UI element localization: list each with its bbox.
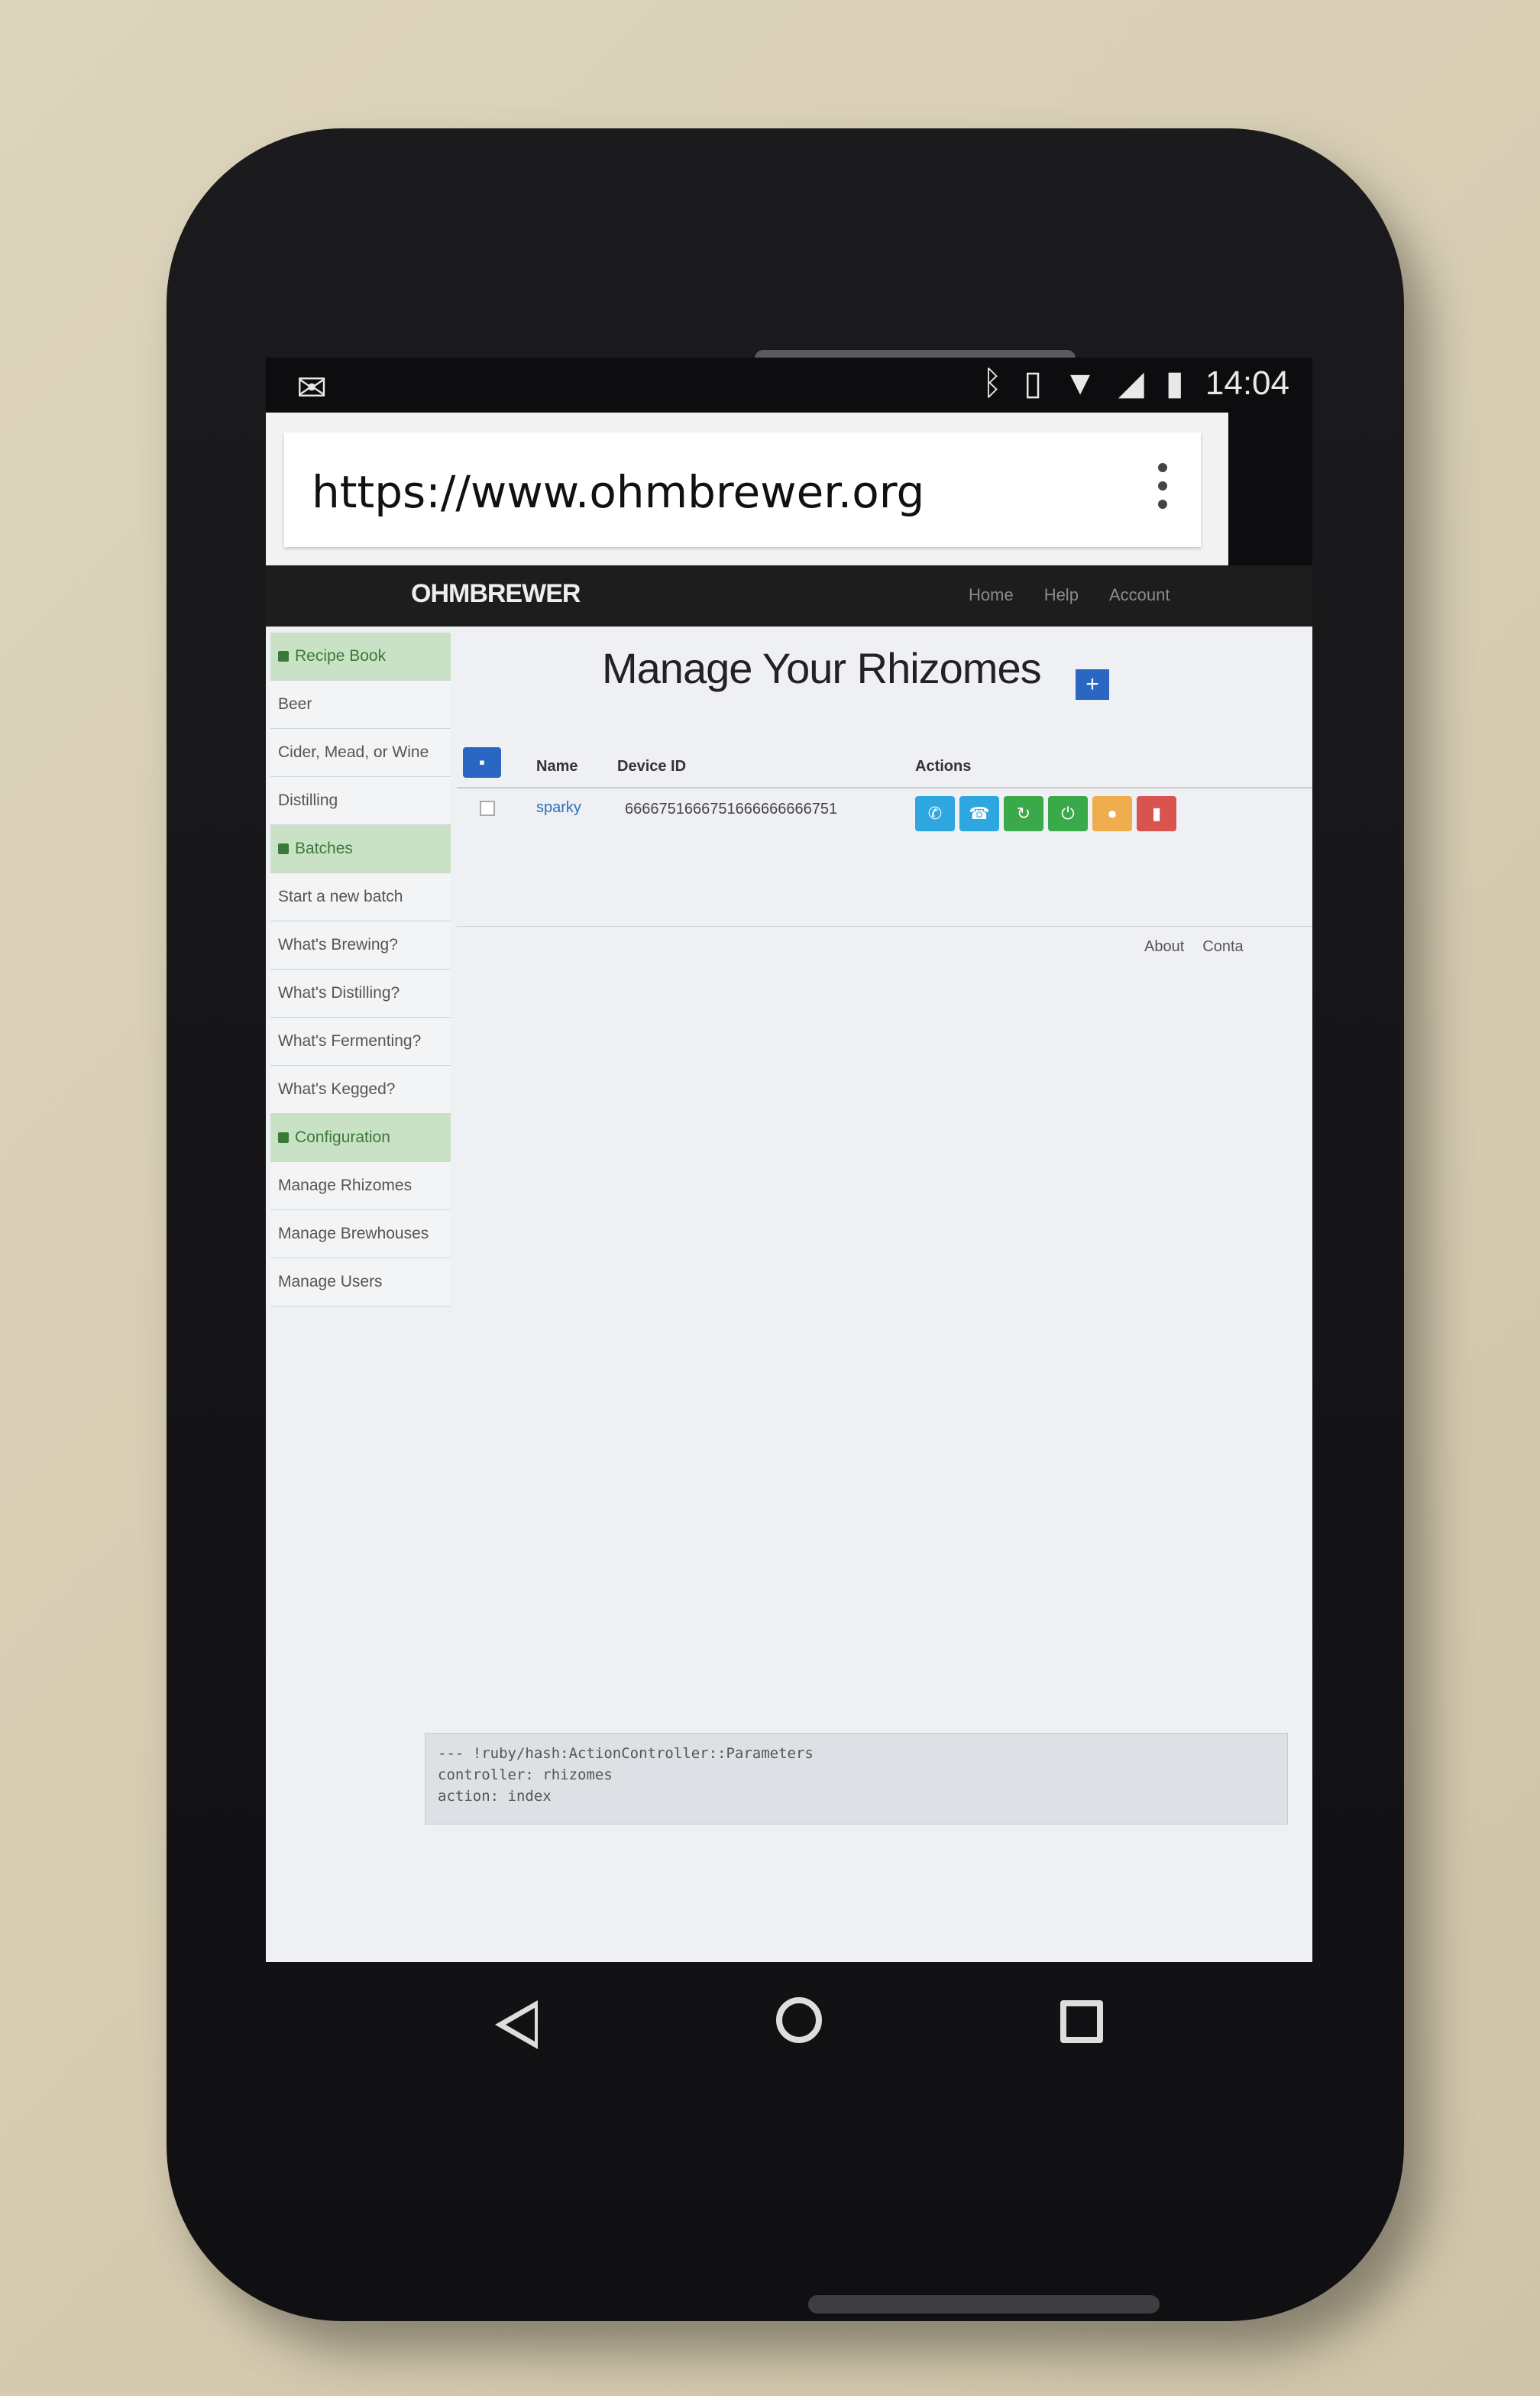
nav-account[interactable]: Account <box>1109 585 1170 605</box>
rhizome-name-link[interactable]: sparky <box>536 799 581 817</box>
vibrate-icon: ▯ <box>1024 364 1043 402</box>
debug-line: controller: rhizomes <box>438 1766 613 1783</box>
debug-line: --- !ruby/hash:ActionController::Paramet… <box>438 1745 814 1762</box>
wifi-icon: ▼ <box>1063 364 1097 402</box>
delete-selected-button[interactable]: ▪ <box>463 747 501 778</box>
sidebar-header-batches: Batches <box>270 825 451 873</box>
phone-button[interactable]: ☎ <box>959 796 999 831</box>
content-divider <box>457 926 1312 927</box>
table-header: ▪ Name Device ID Actions <box>457 741 1312 788</box>
back-icon[interactable] <box>495 2000 538 2049</box>
android-nav-bar <box>266 1962 1312 2092</box>
sidebar-header-recipe-book: Recipe Book <box>270 633 451 681</box>
settings-button[interactable]: ● <box>1092 796 1132 831</box>
nav-home[interactable]: Home <box>969 585 1014 605</box>
footer-about[interactable]: About <box>1144 938 1184 956</box>
site-navbar: OHMBREWER Home Help Account <box>266 565 1312 627</box>
sidebar-item-kegged[interactable]: What's Kegged? <box>270 1066 451 1114</box>
power-button[interactable]: ⏻ <box>1048 796 1088 831</box>
clock-icon <box>278 843 289 854</box>
sidebar-item-manage-brewhouses[interactable]: Manage Brewhouses <box>270 1210 451 1258</box>
bluetooth-icon: ᛒ <box>982 364 1003 402</box>
sidebar-item-new-batch[interactable]: Start a new batch <box>270 873 451 921</box>
delete-button[interactable]: ▮ <box>1137 796 1176 831</box>
book-icon <box>278 651 289 662</box>
row-checkbox[interactable] <box>480 801 495 816</box>
status-time: 14:04 <box>1205 364 1289 402</box>
browser-menu-icon[interactable] <box>1155 463 1170 516</box>
add-rhizome-button[interactable]: + <box>1076 669 1109 700</box>
row-actions: ✆ ☎ ↻ ⏻ ● ▮ <box>915 796 1176 831</box>
table-row: sparky 6666751666751666666666751 ✆ ☎ ↻ ⏻… <box>457 788 1312 843</box>
phone-screen: ✉ ᛒ ▯ ▼ ◢ ▮ 14:04 https://www.ohmbrewer.… <box>266 358 1312 1962</box>
brand-logo[interactable]: OHMBREWER <box>411 579 581 609</box>
sidebar-header-configuration: Configuration <box>270 1114 451 1162</box>
footer-contact[interactable]: Conta <box>1202 938 1243 956</box>
sidebar-item-manage-rhizomes[interactable]: Manage Rhizomes <box>270 1162 451 1210</box>
sidebar-item-distilling-batch[interactable]: What's Distilling? <box>270 970 451 1018</box>
col-actions: Actions <box>915 758 972 775</box>
debug-line: action: index <box>438 1788 552 1805</box>
grid-icon <box>278 1132 289 1143</box>
sidebar-item-fermenting[interactable]: What's Fermenting? <box>270 1018 451 1066</box>
col-name: Name <box>536 758 578 775</box>
rhizome-device-id: 6666751666751666666666751 <box>625 801 838 818</box>
bottom-speaker <box>808 2295 1160 2313</box>
footer-links: About Conta <box>1144 938 1244 956</box>
sidebar: Recipe Book Beer Cider, Mead, or Wine Di… <box>270 633 451 1306</box>
battery-icon: ▮ <box>1165 364 1184 402</box>
sidebar-item-manage-users[interactable]: Manage Users <box>270 1258 451 1306</box>
sidebar-item-brewing[interactable]: What's Brewing? <box>270 921 451 970</box>
call-button[interactable]: ✆ <box>915 796 955 831</box>
refresh-button[interactable]: ↻ <box>1004 796 1043 831</box>
home-icon[interactable] <box>776 1997 822 2043</box>
signal-icon: ◢ <box>1118 364 1144 402</box>
status-bar: ✉ ᛒ ▯ ▼ ◢ ▮ 14:04 <box>266 358 1312 411</box>
sidebar-item-beer[interactable]: Beer <box>270 681 451 729</box>
url-text[interactable]: https://www.ohmbrewer.org <box>312 466 924 518</box>
debug-params: --- !ruby/hash:ActionController::Paramet… <box>425 1733 1288 1825</box>
sidebar-item-cider[interactable]: Cider, Mead, or Wine <box>270 729 451 777</box>
page-title: Manage Your Rhizomes <box>602 644 1042 692</box>
browser-toolbar: https://www.ohmbrewer.org <box>266 413 1228 565</box>
page-content: Recipe Book Beer Cider, Mead, or Wine Di… <box>266 627 1312 1962</box>
col-device-id: Device ID <box>617 758 687 775</box>
nav-help[interactable]: Help <box>1044 585 1079 605</box>
sidebar-item-distilling[interactable]: Distilling <box>270 777 451 825</box>
recent-apps-icon[interactable] <box>1060 2000 1103 2043</box>
url-bar[interactable]: https://www.ohmbrewer.org <box>284 432 1201 547</box>
gmail-icon: ✉ <box>296 368 328 409</box>
